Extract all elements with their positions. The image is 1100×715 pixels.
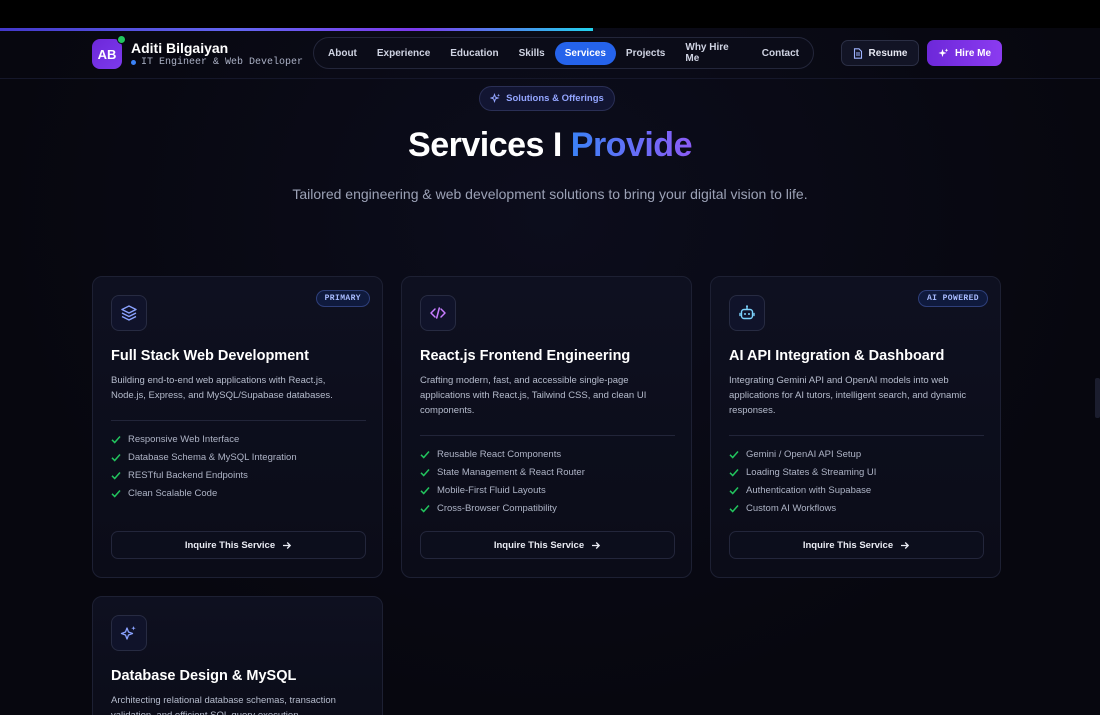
title-main: Services I xyxy=(408,126,571,164)
inquire-label: Inquire This Service xyxy=(493,539,585,551)
hire-me-button[interactable]: Hire Me xyxy=(927,40,1002,66)
nav-item-services[interactable]: Services xyxy=(554,41,616,65)
card-divider xyxy=(729,435,984,436)
check-icon xyxy=(420,468,430,477)
feature-list: Responsive Web Interface Database Schema… xyxy=(111,430,297,502)
layers-icon xyxy=(111,295,147,331)
card-title: Database Design & MySQL xyxy=(111,668,297,684)
hire-me-label: Hire Me xyxy=(954,47,992,59)
card-badge: PRIMARY xyxy=(315,290,370,307)
service-card-react-frontend: React.js Frontend Engineering Crafting m… xyxy=(401,276,692,578)
resume-button[interactable]: Resume xyxy=(841,40,919,66)
check-icon xyxy=(420,504,430,513)
sparkles-icon xyxy=(938,48,949,59)
check-icon xyxy=(111,435,121,444)
feature-item: Responsive Web Interface xyxy=(111,430,297,448)
code-icon xyxy=(420,295,456,331)
feature-item: Mobile-First Fluid Layouts xyxy=(420,481,585,499)
navbar: AB Aditi Bilgaiyan IT Engineer & Web Dev… xyxy=(0,31,1100,79)
card-description: Building end-to-end web applications wit… xyxy=(111,375,333,401)
brand-role: IT Engineer & Web Developer xyxy=(131,57,303,68)
check-icon xyxy=(729,504,739,513)
feature-item: Clean Scalable Code xyxy=(111,484,297,502)
arrow-right-icon xyxy=(282,541,292,550)
avatar-initials: AB xyxy=(97,46,117,62)
card-description: Crafting modern, fast, and accessible si… xyxy=(420,375,647,416)
card-divider xyxy=(111,420,366,421)
document-icon xyxy=(853,47,863,59)
brand-name: Aditi Bilgaiyan xyxy=(131,40,229,56)
scrollbar-thumb[interactable] xyxy=(1095,378,1100,418)
feature-item: Gemini / OpenAI API Setup xyxy=(729,445,876,463)
role-dot xyxy=(131,60,136,65)
check-icon xyxy=(729,486,739,495)
arrow-right-icon xyxy=(900,541,910,550)
check-icon xyxy=(420,486,430,495)
brand-role-text: IT Engineer & Web Developer xyxy=(141,57,304,68)
feature-item: Database Schema & MySQL Integration xyxy=(111,448,297,466)
resume-label: Resume xyxy=(868,47,908,59)
inquire-button[interactable]: Inquire This Service xyxy=(420,531,675,559)
avatar: AB xyxy=(92,35,126,69)
browser-topbar xyxy=(0,0,1100,28)
feature-list: Reusable React Components State Manageme… xyxy=(420,445,585,517)
feature-item: Authentication with Supabase xyxy=(729,481,876,499)
sparkles-icon xyxy=(111,615,147,651)
nav-item-experience[interactable]: Experience xyxy=(367,42,440,65)
card-divider xyxy=(420,435,675,436)
arrow-right-icon xyxy=(591,541,601,550)
feature-item: RESTful Backend Endpoints xyxy=(111,466,297,484)
inquire-button[interactable]: Inquire This Service xyxy=(111,531,366,559)
check-icon xyxy=(729,450,739,459)
card-description: Architecting relational database schemas… xyxy=(111,695,336,715)
page: AB Aditi Bilgaiyan IT Engineer & Web Dev… xyxy=(0,0,1100,715)
nav-menu: About Experience Education Skills Servic… xyxy=(313,37,814,69)
brand[interactable]: AB Aditi Bilgaiyan IT Engineer & Web Dev… xyxy=(92,35,303,69)
section-pill: Solutions & Offerings xyxy=(479,86,615,111)
robot-icon xyxy=(729,295,765,331)
feature-item: Cross-Browser Compatibility xyxy=(420,499,585,517)
service-card-database: Database Design & MySQL Architecting rel… xyxy=(92,596,383,715)
feature-item: State Management & React Router xyxy=(420,463,585,481)
online-status-dot xyxy=(117,35,126,44)
inquire-label: Inquire This Service xyxy=(802,539,894,551)
card-title: Full Stack Web Development xyxy=(111,348,309,364)
nav-item-why-hire-me[interactable]: Why Hire Me xyxy=(675,36,751,70)
nav-item-skills[interactable]: Skills xyxy=(509,42,555,65)
card-title: React.js Frontend Engineering xyxy=(420,348,631,364)
nav-item-projects[interactable]: Projects xyxy=(616,42,675,65)
title-accent: Provide xyxy=(570,126,693,164)
page-title: Services I Provide xyxy=(0,126,1100,165)
nav-item-about[interactable]: About xyxy=(318,42,367,65)
feature-item: Custom AI Workflows xyxy=(729,499,876,517)
nav-item-contact[interactable]: Contact xyxy=(752,42,809,65)
feature-item: Reusable React Components xyxy=(420,445,585,463)
card-badge: AI POWERED xyxy=(917,290,988,307)
feature-item: Loading States & Streaming UI xyxy=(729,463,876,481)
pill-label: Solutions & Offerings xyxy=(506,93,604,104)
service-card-full-stack: PRIMARY Full Stack Web Development Build… xyxy=(92,276,383,578)
inquire-label: Inquire This Service xyxy=(184,539,276,551)
check-icon xyxy=(420,450,430,459)
check-icon xyxy=(111,489,121,498)
card-title: AI API Integration & Dashboard xyxy=(729,348,945,364)
nav-item-education[interactable]: Education xyxy=(440,42,508,65)
sparkles-icon xyxy=(490,93,501,104)
check-icon xyxy=(729,468,739,477)
page-subtitle: Tailored engineering & web development s… xyxy=(292,186,808,202)
check-icon xyxy=(111,471,121,480)
service-card-ai-integration: AI POWERED AI API Integration & Dashboar… xyxy=(710,276,1001,578)
feature-list: Gemini / OpenAI API Setup Loading States… xyxy=(729,445,876,517)
check-icon xyxy=(111,453,121,462)
inquire-button[interactable]: Inquire This Service xyxy=(729,531,984,559)
card-description: Integrating Gemini API and OpenAI models… xyxy=(729,375,967,416)
